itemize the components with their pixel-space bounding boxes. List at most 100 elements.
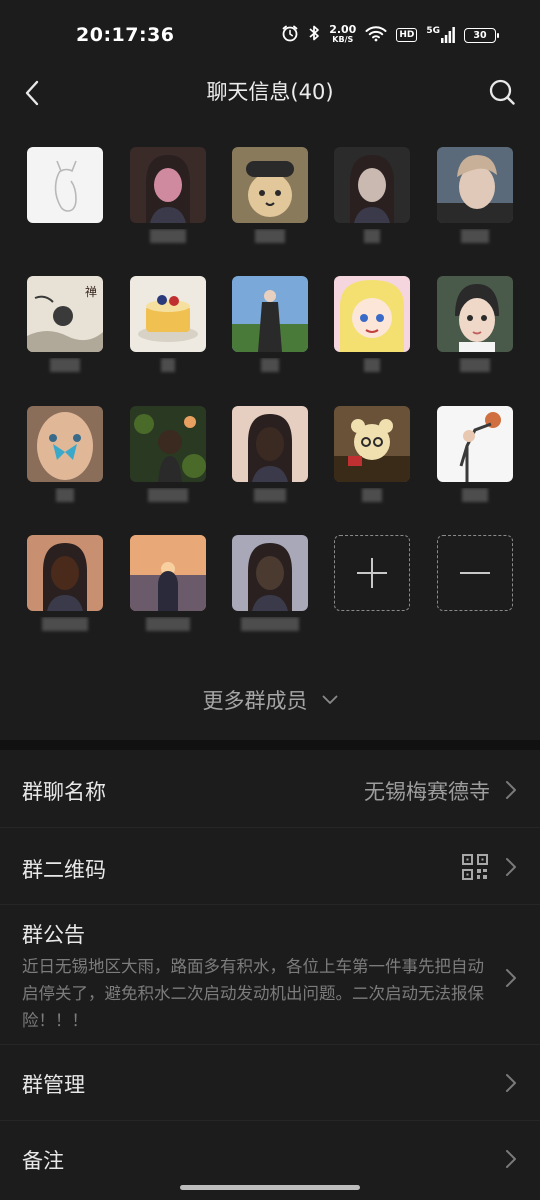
- member-item[interactable]: [437, 406, 513, 516]
- group-notice-label: 群公告: [22, 923, 85, 947]
- add-member-button[interactable]: [334, 535, 410, 611]
- member-name: [27, 617, 103, 635]
- network-type: 5G: [426, 26, 440, 36]
- group-name-value: 无锡梅赛德寺: [364, 780, 490, 804]
- member-item[interactable]: [130, 406, 206, 516]
- member-avatar[interactable]: [334, 147, 410, 223]
- member-avatar[interactable]: [27, 147, 103, 223]
- settings-list: 群聊名称 无锡梅赛德寺 群二维码 群公告 近日无锡地区大雨，路面多有积水，各位上…: [0, 750, 540, 1200]
- member-name: [437, 229, 513, 247]
- more-members-button[interactable]: 更多群成员: [0, 685, 540, 715]
- member-name: [130, 617, 206, 635]
- member-name: [27, 488, 103, 506]
- member-avatar[interactable]: [437, 406, 513, 482]
- member-avatar[interactable]: [437, 147, 513, 223]
- member-item[interactable]: [232, 147, 308, 257]
- member-item[interactable]: [27, 406, 103, 516]
- member-avatar[interactable]: [334, 406, 410, 482]
- remove-member-button[interactable]: [437, 535, 513, 611]
- member-name: [334, 229, 410, 247]
- chevron-right-icon: [506, 1150, 516, 1168]
- member-name-redacted: [255, 229, 285, 243]
- chevron-right-icon: [506, 781, 516, 799]
- member-avatar[interactable]: [130, 406, 206, 482]
- network-speed-unit: KB/S: [332, 35, 354, 44]
- member-item[interactable]: [27, 535, 103, 645]
- chevron-right-icon: [506, 969, 516, 987]
- member-item[interactable]: [334, 147, 410, 257]
- group-manage-row[interactable]: 群管理: [0, 1045, 540, 1121]
- member-name: [232, 358, 308, 376]
- network-speed-value: 2.00: [329, 23, 357, 36]
- remark-label: 备注: [22, 1149, 64, 1173]
- member-name-redacted: [460, 358, 490, 372]
- status-bar: 20:17:36 2.00 KB/S HD 5G 30: [0, 0, 540, 70]
- network-speed: 2.00 KB/S: [329, 23, 357, 45]
- member-avatar[interactable]: [130, 535, 206, 611]
- member-item[interactable]: [334, 406, 410, 516]
- member-name: [27, 229, 103, 247]
- member-name: [334, 358, 410, 376]
- group-notice-text: 近日无锡地区大雨，路面多有积水，各位上车第一件事先把自动启停关了，避免积水二次启…: [22, 957, 484, 1030]
- member-item[interactable]: [27, 147, 103, 257]
- qr-code-row[interactable]: 群二维码: [0, 828, 540, 905]
- group-name-row[interactable]: 群聊名称 无锡梅赛德寺: [0, 750, 540, 828]
- add-member-cell: [334, 535, 410, 645]
- member-avatar[interactable]: [437, 276, 513, 352]
- member-item[interactable]: [232, 276, 308, 386]
- member-avatar[interactable]: [27, 535, 103, 611]
- member-name: [437, 488, 513, 506]
- more-members-label: 更多群成员: [202, 689, 308, 713]
- plus-icon: [357, 558, 387, 588]
- minus-icon: [460, 572, 490, 574]
- search-icon: [489, 79, 515, 105]
- member-avatar[interactable]: [232, 535, 308, 611]
- member-name: [232, 617, 308, 635]
- member-item[interactable]: [437, 276, 513, 386]
- member-avatar[interactable]: [334, 276, 410, 352]
- page-title: 聊天信息(40): [206, 80, 334, 104]
- member-avatar[interactable]: [232, 276, 308, 352]
- member-name-redacted: [150, 229, 186, 243]
- search-button[interactable]: [484, 74, 520, 110]
- member-item[interactable]: [232, 535, 308, 645]
- member-item[interactable]: [130, 147, 206, 257]
- member-avatar[interactable]: [27, 406, 103, 482]
- group-notice-row[interactable]: 群公告 近日无锡地区大雨，路面多有积水，各位上车第一件事先把自动启停关了，避免积…: [0, 905, 540, 1045]
- svg-text:禅: 禅: [85, 285, 97, 299]
- member-item[interactable]: [130, 276, 206, 386]
- chevron-right-icon: [506, 1074, 516, 1092]
- remove-member-cell: [437, 535, 513, 645]
- qr-code-label: 群二维码: [22, 858, 106, 882]
- alarm-icon: [281, 24, 299, 46]
- battery-icon: 30: [464, 27, 499, 43]
- member-name: [130, 229, 206, 247]
- member-item[interactable]: [130, 535, 206, 645]
- status-icons: 2.00 KB/S HD 5G 30: [281, 22, 499, 48]
- member-item[interactable]: [437, 147, 513, 257]
- member-item[interactable]: [232, 406, 308, 516]
- member-name: [232, 229, 308, 247]
- member-avatar[interactable]: [130, 147, 206, 223]
- member-name-redacted: [362, 488, 382, 502]
- member-avatar[interactable]: [232, 147, 308, 223]
- member-item[interactable]: [334, 276, 410, 386]
- member-name-redacted: [254, 488, 286, 502]
- member-name-redacted: [42, 617, 88, 631]
- group-manage-label: 群管理: [22, 1073, 85, 1097]
- member-name-redacted: [148, 488, 188, 502]
- status-time: 20:17:36: [76, 24, 175, 46]
- member-name: [130, 488, 206, 506]
- home-indicator[interactable]: [180, 1185, 360, 1190]
- hd-badge: HD: [396, 28, 418, 42]
- member-avatar[interactable]: 禅: [27, 276, 103, 352]
- title-bar: 聊天信息(40): [0, 70, 540, 120]
- chevron-right-icon: [506, 858, 516, 876]
- bluetooth-icon: [308, 24, 320, 46]
- member-item[interactable]: 禅: [27, 276, 103, 386]
- member-avatar[interactable]: [130, 276, 206, 352]
- member-name: [437, 358, 513, 376]
- member-avatar[interactable]: [232, 406, 308, 482]
- member-name: [334, 488, 410, 506]
- member-name: [232, 488, 308, 506]
